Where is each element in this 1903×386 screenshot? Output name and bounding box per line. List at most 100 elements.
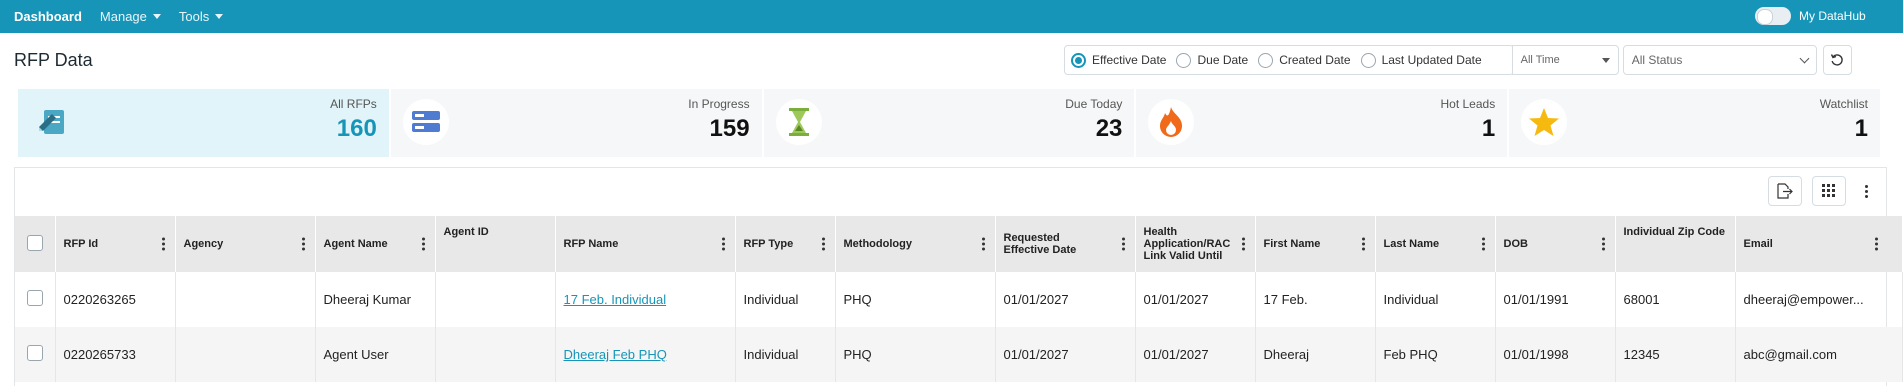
- my-datahub-label: My DataHub: [1799, 9, 1866, 23]
- chevron-down-icon: [1799, 53, 1810, 63]
- table-row[interactable]: 0220265733 Agent User Dheeraj Feb PHQ In…: [15, 327, 1903, 382]
- star-icon: [1521, 99, 1568, 145]
- col-header-label: Last Name: [1383, 238, 1440, 250]
- col-header[interactable]: Agent ID: [435, 216, 556, 272]
- row-checkbox[interactable]: [26, 290, 43, 306]
- card-value: 160: [336, 115, 377, 142]
- card-label: In Progress: [688, 97, 750, 111]
- col-header[interactable]: Agency: [175, 216, 316, 272]
- card-in-progress[interactable]: In Progress 159: [390, 89, 764, 157]
- radio-last-updated-date[interactable]: Last Updated Date: [1360, 52, 1482, 68]
- card-watchlist[interactable]: Watchlist 1: [1509, 89, 1880, 157]
- radio-label: Due Date: [1197, 53, 1249, 67]
- more-options-icon[interactable]: [1856, 176, 1876, 206]
- time-range-value: All Time: [1520, 54, 1560, 66]
- col-header-label: Requested Effective Date: [1003, 232, 1077, 256]
- cell-rfp-type: Individual: [735, 327, 836, 382]
- radio-due-date[interactable]: Due Date: [1176, 52, 1249, 68]
- column-menu-icon[interactable]: [1121, 237, 1127, 252]
- col-header[interactable]: Requested Effective Date: [995, 216, 1136, 272]
- rfp-edit-icon: [30, 99, 76, 145]
- col-header-label: Agent ID: [443, 226, 489, 238]
- col-header[interactable]: Email: [1735, 216, 1903, 272]
- cell-rfp-id: 0220265733: [55, 327, 176, 382]
- column-menu-icon[interactable]: [161, 237, 167, 252]
- card-value: 159: [709, 115, 750, 142]
- radio-effective-date[interactable]: Effective Date: [1071, 52, 1166, 68]
- column-menu-icon[interactable]: [1481, 237, 1487, 252]
- column-menu-icon[interactable]: [301, 237, 307, 252]
- col-header[interactable]: Individual Zip Code: [1615, 216, 1736, 272]
- cell-first-name: Dheeraj: [1255, 327, 1376, 382]
- radio-unselected-icon: [1360, 52, 1376, 68]
- cell-rfp-name: Dheeraj Feb PHQ: [555, 327, 736, 382]
- column-grid-button[interactable]: [1812, 176, 1846, 206]
- cell-agent-id: [435, 272, 556, 327]
- col-header-label: RFP Id: [63, 238, 99, 250]
- col-header[interactable]: First Name: [1255, 216, 1376, 272]
- cell-rfp-type: Individual: [735, 272, 836, 327]
- radio-label: Created Date: [1279, 53, 1351, 67]
- row-select-cell: [15, 327, 56, 382]
- reset-button[interactable]: [1822, 45, 1852, 75]
- col-header[interactable]: Health Application/RAC Link Valid Until: [1135, 216, 1256, 272]
- nav-dashboard[interactable]: Dashboard: [14, 9, 82, 24]
- nav-tools-label: Tools: [178, 9, 210, 24]
- cell-zip: 68001: [1615, 272, 1736, 327]
- nav-manage[interactable]: Manage: [100, 9, 161, 24]
- top-nav-bar: Dashboard Manage Tools My DataHub: [0, 0, 1903, 33]
- card-label: Watchlist: [1819, 97, 1868, 111]
- column-menu-icon[interactable]: [1874, 237, 1880, 252]
- date-type-radio-group: Effective Date Due Date Created Date Las…: [1064, 45, 1514, 75]
- nav-dashboard-label: Dashboard: [14, 9, 82, 24]
- caret-down-icon: [1601, 57, 1610, 63]
- export-button[interactable]: [1768, 176, 1802, 206]
- col-header-label: Agency: [183, 238, 224, 250]
- col-header-label: Email: [1743, 238, 1773, 250]
- radio-created-date[interactable]: Created Date: [1258, 52, 1351, 68]
- status-select[interactable]: All Status: [1622, 45, 1817, 75]
- card-all-rfps[interactable]: All RFPs 160: [18, 89, 391, 157]
- card-label: Hot Leads: [1440, 97, 1496, 111]
- column-menu-icon[interactable]: [1361, 237, 1367, 252]
- cell-rfp-name: 17 Feb. Individual: [555, 272, 736, 327]
- column-menu-icon[interactable]: [721, 237, 727, 252]
- col-header[interactable]: RFP Type: [735, 216, 836, 272]
- card-label: All RFPs: [330, 97, 377, 111]
- column-menu-icon[interactable]: [821, 237, 827, 252]
- page-title: RFP Data: [14, 50, 93, 70]
- row-select-cell: [15, 272, 56, 327]
- table-row[interactable]: 0220263265 Dheeraj Kumar 17 Feb. Individ…: [15, 272, 1903, 327]
- chevron-down-icon: [215, 14, 224, 19]
- status-value: All Status: [1631, 53, 1683, 67]
- cell-link-valid-until: 01/01/2027: [1135, 272, 1256, 327]
- time-range-select[interactable]: All Time: [1511, 45, 1619, 75]
- col-header-label: Individual Zip Code: [1623, 226, 1725, 238]
- col-header[interactable]: DOB: [1495, 216, 1616, 272]
- col-header[interactable]: RFP Id: [55, 216, 176, 272]
- rfp-name-link[interactable]: Dheeraj Feb PHQ: [564, 347, 667, 362]
- cell-dob: 01/01/1991: [1495, 272, 1616, 327]
- col-header-label: Health Application/RAC Link Valid Until: [1143, 226, 1231, 262]
- radio-unselected-icon: [1176, 52, 1192, 68]
- rfp-name-link[interactable]: 17 Feb. Individual: [564, 292, 667, 307]
- card-hot-leads[interactable]: Hot Leads 1: [1136, 89, 1510, 157]
- my-datahub-toggle[interactable]: [1755, 7, 1791, 25]
- col-header-label: Agent Name: [323, 238, 388, 250]
- row-checkbox[interactable]: [26, 345, 43, 361]
- col-header[interactable]: Methodology: [835, 216, 996, 272]
- col-header[interactable]: RFP Name: [555, 216, 736, 272]
- card-due-today[interactable]: Due Today 23: [763, 89, 1137, 157]
- col-header-label: Methodology: [843, 238, 912, 250]
- chevron-down-icon: [152, 14, 161, 19]
- cell-agency: [175, 272, 316, 327]
- column-menu-icon[interactable]: [1601, 237, 1607, 252]
- col-header[interactable]: Last Name: [1375, 216, 1496, 272]
- select-all-checkbox[interactable]: [26, 234, 43, 251]
- nav-tools[interactable]: Tools: [178, 9, 224, 24]
- column-menu-icon[interactable]: [1241, 237, 1247, 252]
- select-all-cell: [15, 216, 56, 272]
- column-menu-icon[interactable]: [421, 237, 427, 252]
- column-menu-icon[interactable]: [981, 237, 987, 252]
- col-header[interactable]: Agent Name: [315, 216, 436, 272]
